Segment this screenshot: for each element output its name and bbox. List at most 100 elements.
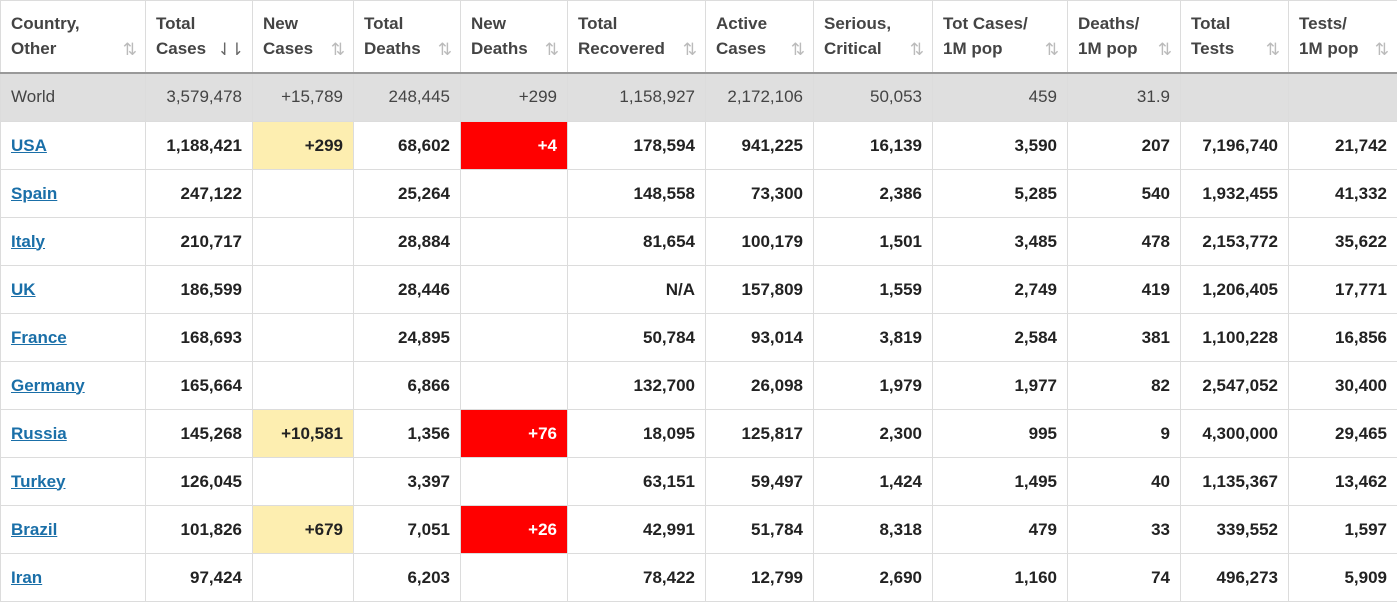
cell-total-tests: 2,153,772 [1181,218,1289,266]
country-link[interactable]: Iran [11,568,42,587]
column-header-new-cases[interactable]: NewCases⇅ [253,1,354,73]
sort-icon[interactable]: ⇅ [331,37,343,62]
covid-stats-table: Country,Other⇅TotalCases⇃⇂NewCases⇅Total… [0,0,1397,602]
sort-icon[interactable]: ⇅ [1158,37,1170,62]
cell-total-deaths: 28,884 [354,218,461,266]
cell-total-cases: 3,579,478 [146,73,253,122]
sort-icon[interactable]: ⇅ [1045,37,1057,62]
cell-new-cases: +10,581 [253,410,354,458]
cell-total-deaths: 3,397 [354,458,461,506]
country-link[interactable]: Spain [11,184,57,203]
cell-new-deaths [461,314,568,362]
cell-total-tests: 1,100,228 [1181,314,1289,362]
cell-tot-cases-per-1m: 3,485 [933,218,1068,266]
country-row: Brazil101,826+6797,051+2642,99151,7848,3… [1,506,1397,554]
cell-active-cases: 93,014 [706,314,814,362]
cell-tot-cases-per-1m: 995 [933,410,1068,458]
cell-total-cases: 168,693 [146,314,253,362]
cell-serious-critical: 1,424 [814,458,933,506]
column-header-total-cases[interactable]: TotalCases⇃⇂ [146,1,253,73]
country-link[interactable]: Turkey [11,472,66,491]
cell-total-tests [1181,73,1289,122]
column-header-country[interactable]: Country,Other⇅ [1,1,146,73]
world-total-row: World3,579,478+15,789248,445+2991,158,92… [1,73,1397,122]
cell-total-deaths: 68,602 [354,122,461,170]
cell-new-cases [253,170,354,218]
column-header-total-deaths[interactable]: TotalDeaths⇅ [354,1,461,73]
cell-country: France [1,314,146,362]
cell-total-cases: 1,188,421 [146,122,253,170]
cell-total-cases: 126,045 [146,458,253,506]
cell-total-cases: 210,717 [146,218,253,266]
cell-total-recovered: 1,158,927 [568,73,706,122]
country-link[interactable]: USA [11,136,47,155]
cell-new-deaths [461,554,568,602]
country-link[interactable]: France [11,328,67,347]
country-row: Italy210,71728,88481,654100,1791,5013,48… [1,218,1397,266]
cell-new-cases [253,266,354,314]
cell-tests-per-1m [1289,73,1397,122]
cell-total-cases: 186,599 [146,266,253,314]
cell-new-deaths: +76 [461,410,568,458]
column-header-tot-cases-per-1m[interactable]: Tot Cases/1M pop⇅ [933,1,1068,73]
cell-serious-critical: 8,318 [814,506,933,554]
sort-icon[interactable]: ⇅ [1266,37,1278,62]
cell-tests-per-1m: 30,400 [1289,362,1397,410]
cell-serious-critical: 2,690 [814,554,933,602]
column-header-label: Total [156,11,252,36]
sort-icon[interactable]: ⇅ [438,37,450,62]
cell-country: Germany [1,362,146,410]
column-header-total-tests[interactable]: TotalTests⇅ [1181,1,1289,73]
country-link[interactable]: Russia [11,424,67,443]
cell-deaths-per-1m: 9 [1068,410,1181,458]
sort-icon[interactable]: ⇅ [791,37,803,62]
country-row: UK186,59928,446N/A157,8091,5592,7494191,… [1,266,1397,314]
column-header-label: Total [1191,11,1288,36]
cell-serious-critical: 1,501 [814,218,933,266]
cell-deaths-per-1m: 40 [1068,458,1181,506]
sort-icon[interactable]: ⇅ [545,37,557,62]
country-link[interactable]: Italy [11,232,45,251]
cell-total-deaths: 28,446 [354,266,461,314]
cell-deaths-per-1m: 478 [1068,218,1181,266]
cell-total-tests: 4,300,000 [1181,410,1289,458]
country-link[interactable]: Germany [11,376,85,395]
sort-icon[interactable]: ⇃⇂ [218,37,243,62]
cell-tests-per-1m: 21,742 [1289,122,1397,170]
sort-icon[interactable]: ⇅ [123,37,135,62]
cell-serious-critical: 50,053 [814,73,933,122]
cell-serious-critical: 16,139 [814,122,933,170]
column-header-label: Total [578,11,705,36]
cell-new-cases [253,554,354,602]
country-link[interactable]: Brazil [11,520,57,539]
column-header-serious-critical[interactable]: Serious,Critical⇅ [814,1,933,73]
cell-country: Turkey [1,458,146,506]
cell-active-cases: 100,179 [706,218,814,266]
column-header-deaths-per-1m[interactable]: Deaths/1M pop⇅ [1068,1,1181,73]
cell-active-cases: 2,172,106 [706,73,814,122]
column-header-label: New [263,11,353,36]
cell-deaths-per-1m: 381 [1068,314,1181,362]
column-header-label: Total [364,11,460,36]
cell-total-tests: 7,196,740 [1181,122,1289,170]
country-row: Turkey126,0453,39763,15159,4971,4241,495… [1,458,1397,506]
cell-total-cases: 247,122 [146,170,253,218]
cell-deaths-per-1m: 33 [1068,506,1181,554]
column-header-total-recovered[interactable]: TotalRecovered⇅ [568,1,706,73]
column-header-new-deaths[interactable]: NewDeaths⇅ [461,1,568,73]
sort-icon[interactable]: ⇅ [910,37,922,62]
column-header-active-cases[interactable]: ActiveCases⇅ [706,1,814,73]
cell-tot-cases-per-1m: 459 [933,73,1068,122]
country-link[interactable]: UK [11,280,36,299]
cell-active-cases: 157,809 [706,266,814,314]
country-row: Russia145,268+10,5811,356+7618,095125,81… [1,410,1397,458]
sort-icon[interactable]: ⇅ [1375,37,1387,62]
cell-deaths-per-1m: 31.9 [1068,73,1181,122]
country-row: Germany165,6646,866132,70026,0981,9791,9… [1,362,1397,410]
column-header-tests-per-1m[interactable]: Tests/1M pop⇅ [1289,1,1397,73]
sort-icon[interactable]: ⇅ [683,37,695,62]
cell-new-deaths [461,218,568,266]
cell-country: USA [1,122,146,170]
cell-total-recovered: 18,095 [568,410,706,458]
column-header-label: Tests/ [1299,11,1397,36]
